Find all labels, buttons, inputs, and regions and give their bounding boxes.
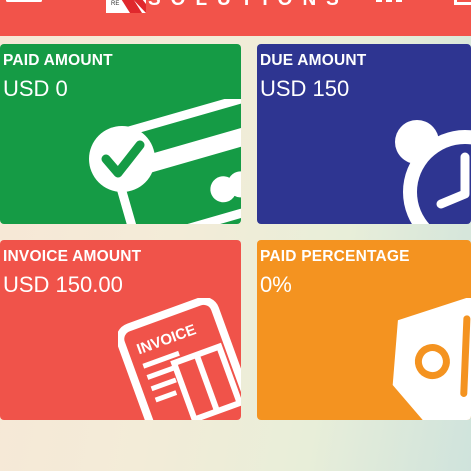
logo-text: SOLUTIONS — [148, 0, 349, 11]
card-value: 0% — [260, 272, 292, 297]
hamburger-menu-icon[interactable] — [6, 0, 42, 4]
card-value: USD 0 — [3, 76, 68, 101]
invoice-amount-card[interactable]: INVOICE AMOUNT USD 150.00 INVOICE — [0, 240, 241, 420]
logo-badge-text: RE — [111, 1, 119, 7]
card-label: INVOICE AMOUNT — [3, 248, 142, 265]
percent-tag-icon — [392, 298, 471, 420]
invoice-icon-text: INVOICE — [135, 321, 199, 358]
logo-badge-icon: RE — [106, 0, 146, 13]
invoice-document-icon: INVOICE — [118, 298, 241, 420]
more-icon[interactable] — [454, 0, 471, 5]
alarm-clock-icon — [395, 120, 471, 224]
card-label: PAID AMOUNT — [3, 52, 113, 69]
card-label: PAID PERCENTAGE — [260, 248, 410, 265]
top-app-bar: RE SOLUTIONS — [0, 0, 471, 36]
paid-percentage-card[interactable]: PAID PERCENTAGE 0% — [257, 240, 471, 420]
card-label: DUE AMOUNT — [260, 52, 367, 69]
grid-view-icon[interactable] — [376, 0, 406, 2]
logo-badge: RE — [106, 0, 146, 13]
card-value: USD 150.00 — [3, 272, 123, 297]
card-value: USD 150 — [260, 76, 350, 101]
credit-card-check-icon — [89, 99, 241, 224]
paid-amount-card[interactable]: PAID AMOUNT USD 0 — [0, 44, 241, 224]
due-amount-card[interactable]: DUE AMOUNT USD 150 — [257, 44, 471, 224]
